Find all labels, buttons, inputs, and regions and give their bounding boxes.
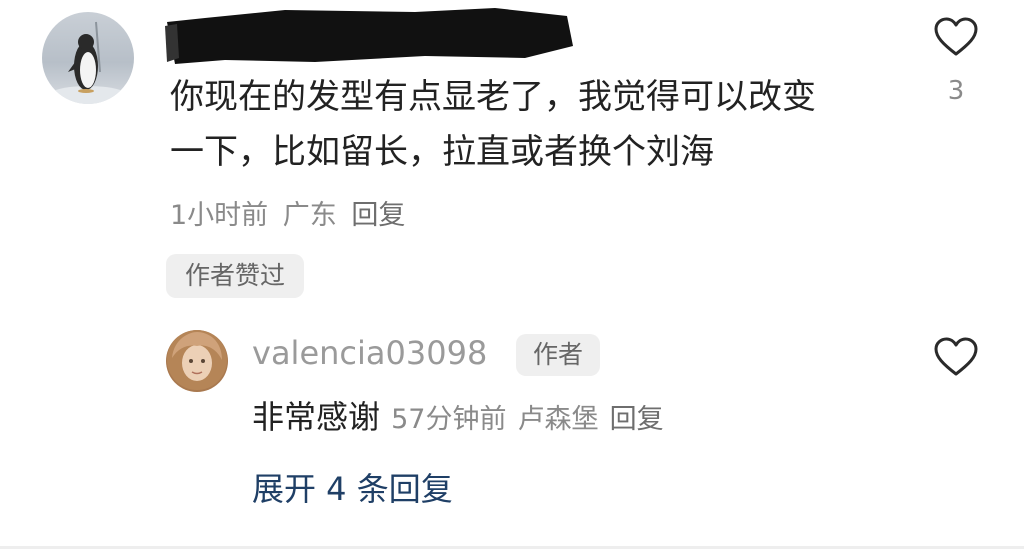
heart-outline-icon	[934, 17, 978, 56]
comment-reply-button[interactable]: 回复	[351, 200, 405, 231]
comment-text-line2: 一下，比如留长，拉直或者换个刘海	[170, 132, 714, 172]
redacted-username	[165, 8, 573, 64]
heart-outline-icon	[934, 337, 978, 376]
reply-like-button[interactable]	[933, 336, 979, 378]
reply-line: 非常感谢 57分钟前 卢森堡 回复	[252, 392, 664, 438]
penguin-image	[48, 21, 128, 104]
expand-replies-button[interactable]: 展开 4 条回复	[252, 464, 453, 510]
liked-by-author-chip: 作者赞过	[166, 254, 304, 298]
reply-location: 卢森堡	[517, 404, 599, 435]
reply-username[interactable]: valencia03098	[252, 334, 487, 372]
commenter-avatar[interactable]	[42, 12, 134, 104]
reply-reply-button[interactable]: 回复	[610, 404, 664, 435]
comment-text-line1: 你现在的发型有点显老了，我觉得可以改变	[170, 77, 816, 117]
comment-time: 1小时前	[170, 200, 269, 231]
reply-time: 57分钟前	[391, 404, 507, 435]
portrait-image	[167, 330, 227, 390]
like-count: 3	[947, 76, 965, 106]
like-button[interactable]	[933, 16, 979, 58]
reply-text: 非常感谢	[252, 398, 381, 436]
replier-avatar[interactable]	[166, 330, 228, 392]
comment-location: 广东	[282, 200, 337, 231]
author-badge: 作者	[516, 334, 600, 376]
comment-meta: 1小时前 广东 回复	[170, 193, 405, 232]
